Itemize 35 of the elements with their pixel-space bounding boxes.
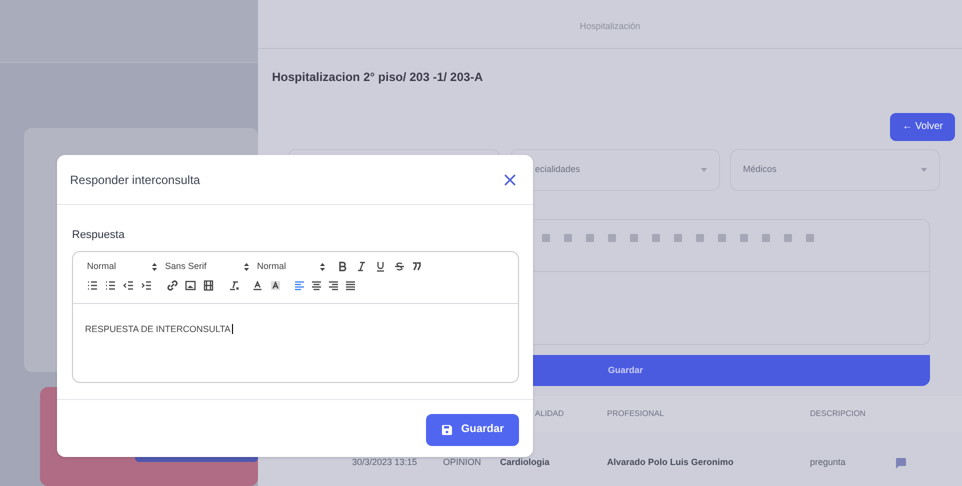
format-picker[interactable]: Sans Serif (165, 260, 257, 274)
table-cell-text: pregunta (810, 456, 847, 470)
filter-dropdown[interactable]: Médicos (730, 148, 940, 191)
caret-icon (921, 168, 927, 172)
align-right-icon[interactable] (328, 280, 339, 291)
updown-icon (152, 262, 157, 270)
highlight-icon[interactable] (270, 280, 281, 291)
updown-icon (320, 262, 325, 270)
table-cell-text: OPINION (443, 456, 482, 470)
back-button[interactable]: ← Volver (890, 112, 955, 141)
table-cell-text: 30/3/2023 13:15 (351, 456, 418, 470)
numbered-list-icon[interactable] (87, 280, 98, 291)
strikethrough-icon[interactable] (394, 261, 405, 272)
field-label: Respuesta (72, 228, 126, 243)
align-left-icon[interactable] (294, 280, 305, 291)
caret-icon (701, 168, 707, 172)
table-cell-text: Alvarado Polo Luis Geronimo (607, 456, 735, 470)
format-picker[interactable]: Normal (257, 260, 333, 274)
table-cell-text: Cardiologia (500, 456, 551, 470)
column-header: PROFESIONAL (607, 408, 665, 420)
modal-title: Responder interconsulta (70, 172, 200, 188)
editor-text: RESPUESTA DE INTERCONSULTA (85, 324, 233, 334)
format-picker[interactable]: Normal (87, 260, 165, 274)
align-center-icon[interactable] (311, 280, 322, 291)
bullet-list-icon[interactable] (105, 280, 116, 291)
location-text: Hospitalizacion 2° piso/ 203 -1/ 203-A (272, 70, 483, 84)
text-color-icon[interactable] (252, 280, 263, 291)
save-button[interactable]: Guardar (426, 414, 519, 446)
column-header: ALIDAD (534, 408, 565, 420)
page-subtitle: Hospitalización (580, 20, 640, 34)
align-justify-icon[interactable] (345, 280, 356, 291)
updown-icon (244, 262, 249, 270)
rich-text-editor[interactable]: Normal Sans Serif Normal RESPUESTA DE INTERCONSULTA (72, 250, 519, 382)
close-icon[interactable] (504, 174, 516, 186)
column-header: DESCRIPCION (810, 408, 867, 420)
